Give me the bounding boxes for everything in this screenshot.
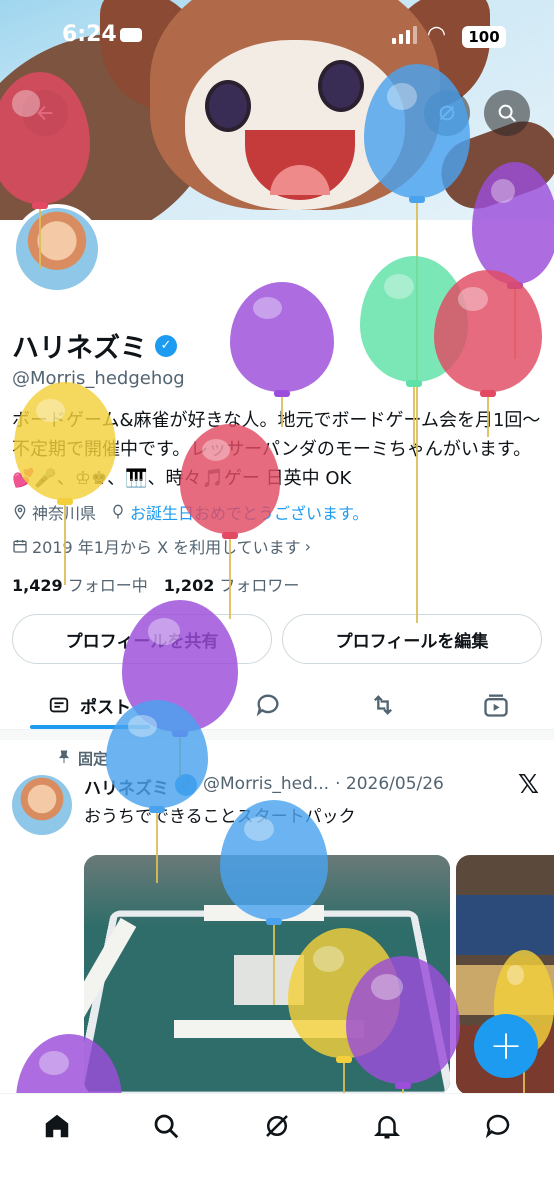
profile-tabs: ポスト — [0, 680, 554, 730]
explore-icon — [154, 1114, 179, 1139]
banner-eye-right — [318, 60, 364, 112]
balloon-string — [281, 397, 283, 427]
balloon-highlight — [387, 82, 417, 110]
balloon-body — [434, 270, 542, 392]
balloon-highlight — [147, 618, 180, 645]
balloon-body — [0, 72, 90, 204]
balloon-highlight — [383, 273, 414, 299]
balloon — [180, 424, 280, 622]
pinned-indicator: 固定 — [56, 748, 108, 769]
grok-nav-icon — [266, 1115, 288, 1137]
balloon-highlight — [312, 946, 344, 973]
balloon-highlight — [36, 398, 65, 423]
balloon-knot — [149, 806, 165, 813]
balloon-body — [364, 64, 470, 198]
messages-icon — [485, 1114, 510, 1139]
car-icon — [120, 28, 142, 42]
balloon — [0, 72, 90, 272]
banner-eye-left — [205, 80, 251, 132]
tab-reposts[interactable] — [368, 680, 398, 730]
signal-icon — [392, 26, 417, 44]
post-avatar[interactable] — [12, 775, 72, 835]
chevron-right-icon: › — [304, 536, 312, 556]
bottom-navigation — [0, 1093, 554, 1200]
balloon-highlight — [128, 715, 157, 737]
balloon-highlight — [39, 1050, 69, 1075]
repost-icon — [374, 695, 392, 715]
balloon-string — [64, 505, 66, 585]
balloon-highlight — [507, 964, 524, 986]
balloon-body — [180, 424, 280, 534]
nav-grok[interactable] — [257, 1110, 297, 1142]
balloon-body — [106, 700, 208, 808]
home-icon — [45, 1114, 69, 1138]
balloon-body — [14, 382, 116, 500]
balloon-knot — [57, 498, 73, 505]
battery-indicator: 100 — [462, 26, 506, 48]
notifications-icon — [373, 1116, 401, 1139]
balloon-highlight — [12, 90, 40, 117]
pin-icon — [59, 750, 69, 763]
nav-notifications[interactable] — [367, 1110, 407, 1142]
balloon-knot — [274, 390, 290, 397]
balloon-body — [472, 162, 554, 284]
balloon-string — [273, 925, 275, 1005]
balloon-highlight — [243, 816, 274, 841]
nav-home[interactable] — [37, 1110, 77, 1142]
balloon — [230, 282, 334, 430]
search-icon — [498, 104, 516, 122]
balloon-knot — [406, 380, 422, 387]
balloon-string — [39, 209, 41, 269]
section-divider — [0, 730, 554, 740]
reply-icon — [256, 694, 279, 717]
status-bar: 6:24 ◠ 100 — [0, 22, 554, 52]
tab-replies[interactable] — [254, 680, 282, 730]
verified-badge-icon[interactable]: ✓ — [155, 334, 177, 357]
balloon-knot — [409, 196, 425, 203]
game-box-1 — [456, 895, 554, 955]
balloon-string — [156, 813, 158, 883]
pinned-label: 固定 — [78, 750, 109, 768]
compose-button[interactable]: + — [474, 1014, 538, 1078]
profile-name-row: ハリネズミ ✓ — [12, 326, 177, 365]
balloon-highlight — [371, 973, 403, 1000]
balloon-knot — [266, 918, 282, 925]
balloon-body — [230, 282, 334, 392]
nav-messages[interactable] — [478, 1110, 518, 1142]
status-time: 6:24 — [62, 22, 117, 47]
balloon-knot — [32, 202, 48, 209]
tab-media[interactable] — [482, 680, 510, 730]
balloon-body — [220, 800, 328, 920]
post-date[interactable]: · 2026/05/26 — [335, 774, 444, 799]
posts-icon — [49, 697, 69, 713]
balloon — [434, 270, 542, 440]
x-logo-icon[interactable]: 𝕏 — [518, 770, 539, 800]
search-button[interactable] — [484, 90, 530, 136]
balloon-knot — [222, 532, 238, 539]
balloon — [106, 700, 208, 886]
wifi-icon: ◠ — [428, 22, 445, 47]
profile-name: ハリネズミ — [12, 333, 147, 364]
balloon-string — [487, 397, 489, 437]
nav-explore[interactable] — [146, 1110, 186, 1142]
balloon-string — [413, 387, 415, 447]
balloon-knot — [395, 1082, 411, 1089]
balloon-knot — [480, 390, 496, 397]
balloon — [14, 382, 116, 588]
media-icon — [484, 694, 508, 717]
balloon-body — [346, 956, 460, 1084]
